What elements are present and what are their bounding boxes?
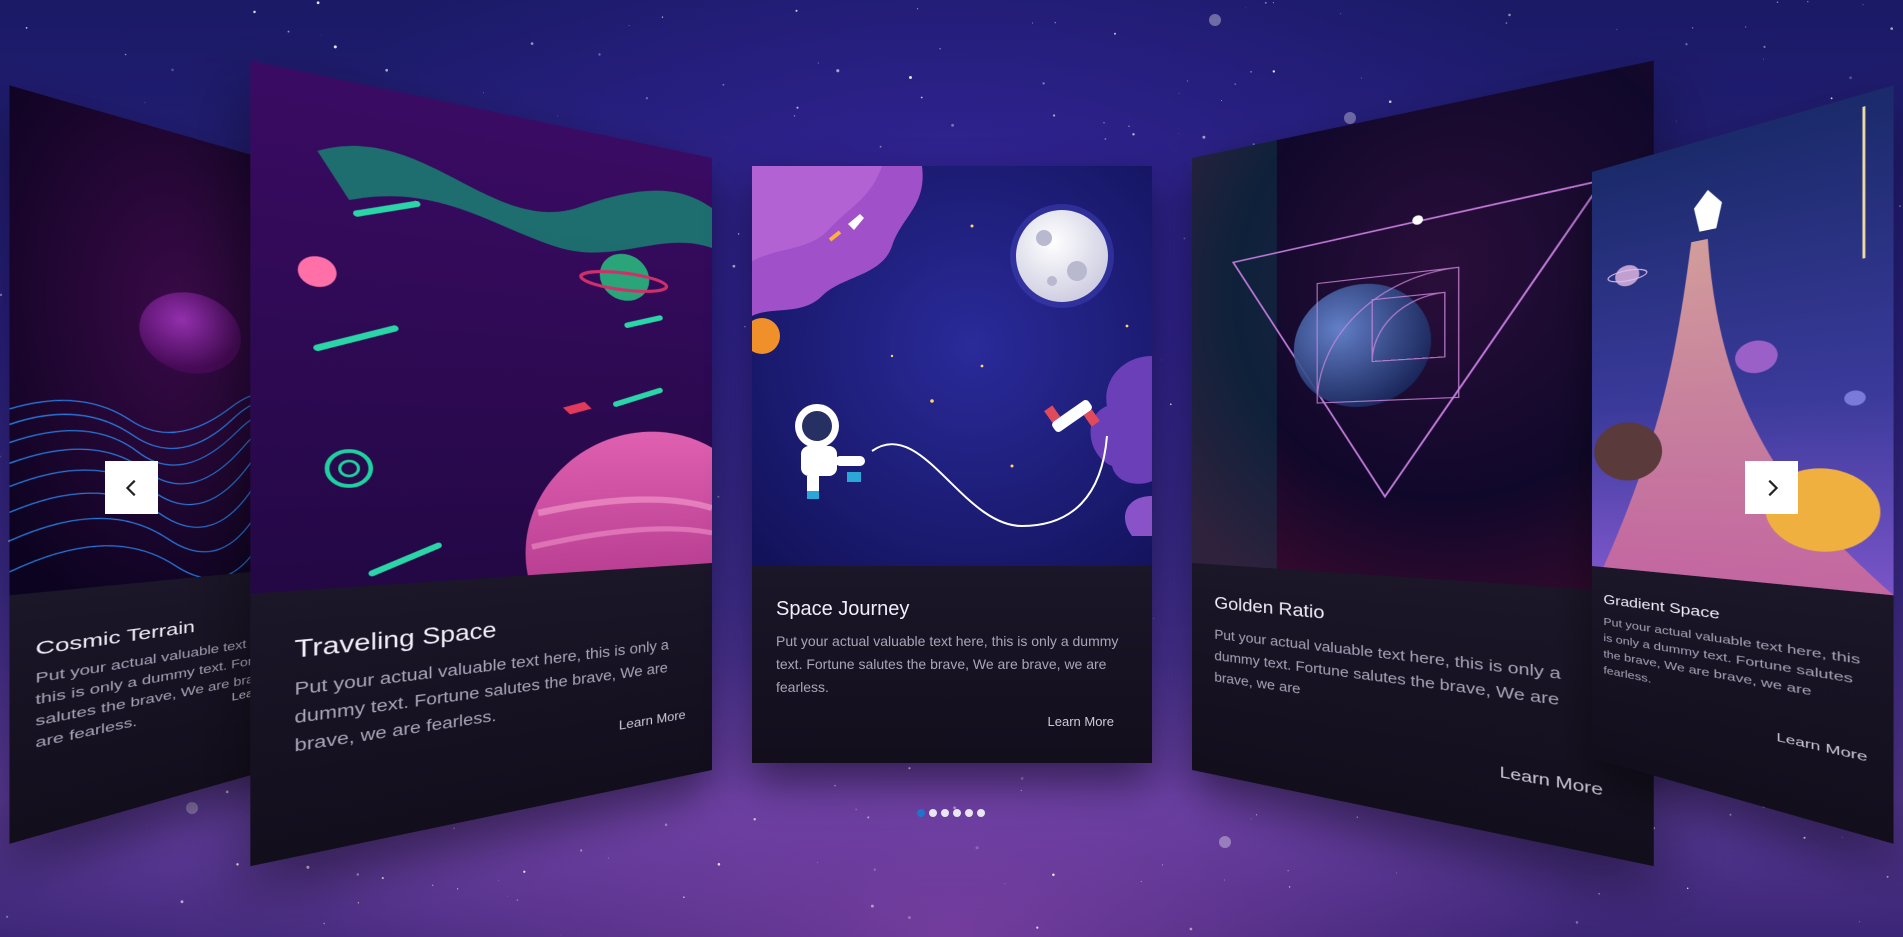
- slide-card-active[interactable]: Space Journey Put your actual valuable t…: [752, 166, 1152, 763]
- next-slide-button[interactable]: [1745, 461, 1798, 514]
- slide-card[interactable]: Golden Ratio Put your actual valuable te…: [1192, 60, 1654, 867]
- chevron-right-icon: [1767, 479, 1778, 496]
- slide-body: Traveling Space Put your actual valuable…: [250, 563, 712, 867]
- slide-image-golden-ratio: [1192, 60, 1654, 594]
- slide-image-traveling-space: [250, 60, 712, 594]
- slide-body: Golden Ratio Put your actual valuable te…: [1192, 563, 1654, 867]
- pagination-dot[interactable]: [917, 809, 925, 817]
- slide-text: Put your actual valuable text here, this…: [1603, 615, 1861, 700]
- learn-more-link[interactable]: Learn More: [1048, 714, 1114, 729]
- slide-text: Put your actual valuable text here, this…: [776, 633, 1119, 695]
- pagination-dot[interactable]: [953, 809, 961, 817]
- slide-text: Put your actual valuable text here, this…: [1214, 626, 1561, 709]
- prev-slide-button[interactable]: [105, 461, 158, 514]
- learn-more-link[interactable]: Learn More: [1500, 763, 1603, 800]
- pagination-dot[interactable]: [929, 809, 937, 817]
- pagination-dots: [917, 809, 985, 817]
- learn-more-link[interactable]: Learn More: [1777, 730, 1868, 765]
- slide-card[interactable]: Traveling Space Put your actual valuable…: [250, 60, 712, 867]
- pagination-dot[interactable]: [977, 809, 985, 817]
- slide-image-gradient-space: [1592, 85, 1894, 596]
- slide-image-space-journey: [752, 166, 1152, 566]
- carousel: Cosmic Terrain Put your actual valuable …: [0, 0, 1903, 937]
- slide-body: Space Journey Put your actual valuable t…: [752, 566, 1152, 763]
- chevron-left-icon: [125, 479, 136, 496]
- slide-title: Space Journey: [776, 598, 910, 620]
- pagination-dot[interactable]: [941, 809, 949, 817]
- pagination-dot[interactable]: [965, 809, 973, 817]
- slide-title: Golden Ratio: [1214, 592, 1325, 624]
- learn-more-link[interactable]: Learn More: [619, 707, 686, 733]
- slide-card[interactable]: Gradient Space Put your actual valuable …: [1592, 85, 1894, 844]
